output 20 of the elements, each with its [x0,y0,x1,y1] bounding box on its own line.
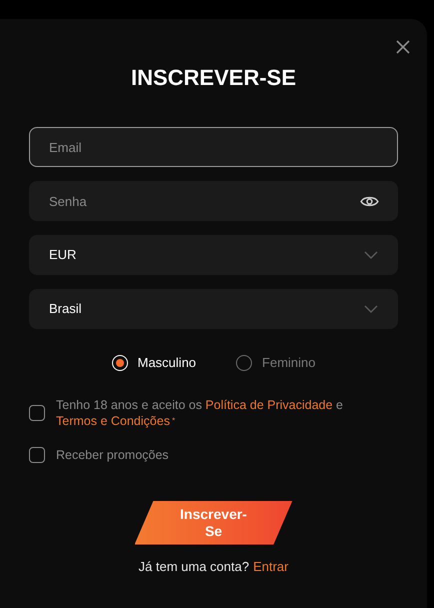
checkbox[interactable] [29,404,45,420]
chevron-down-icon [364,305,378,313]
terms-link[interactable]: Termos e Condições [56,414,170,428]
checkbox-label: Receber promoções [56,446,169,462]
currency-select[interactable]: EUR [29,235,398,275]
radio-label: Feminino [262,354,316,372]
radio-label: Masculino [138,354,196,372]
country-select[interactable]: Brasil [29,289,398,329]
eye-icon[interactable] [360,195,379,208]
account-prompt: Já tem uma conta? [138,558,250,576]
chevron-down-icon [364,251,378,259]
terms-link[interactable]: Política de Privacidade [205,398,333,412]
login-link[interactable]: Entrar [253,556,288,576]
email-field[interactable]: Email [29,127,398,167]
password-field[interactable]: Senha [29,181,398,221]
radio-button[interactable] [236,354,252,371]
checkbox-label: Tenho 18 anos e aceito os Política de Privacidade e Termos e Condições * [56,396,344,428]
dialog-title: INSCREVER-SE [130,64,296,92]
close-icon[interactable] [395,39,411,55]
checkbox[interactable] [29,446,45,462]
